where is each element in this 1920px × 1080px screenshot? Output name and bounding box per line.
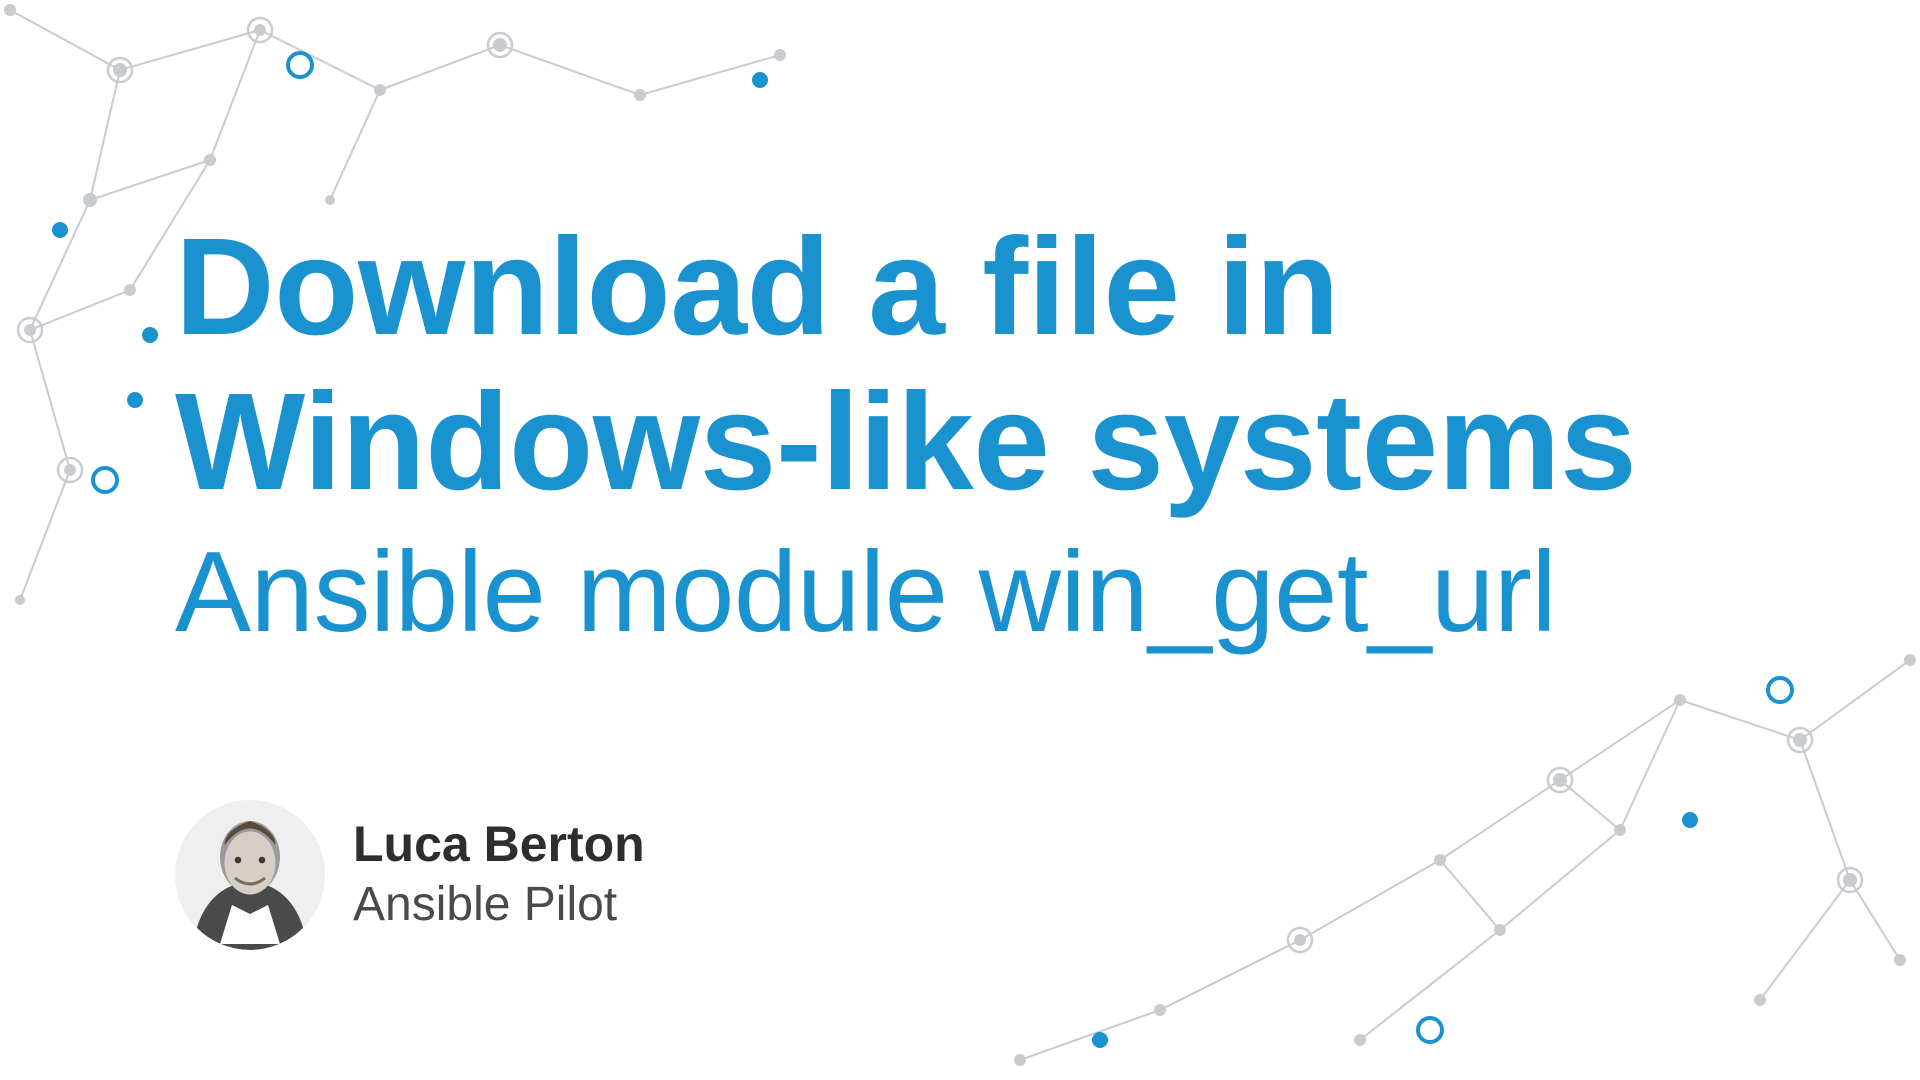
author-block: Luca Berton Ansible Pilot [175, 800, 645, 950]
title-line-1: Download a file in [175, 210, 1880, 365]
author-avatar [175, 800, 325, 950]
title-line-2: Windows-like systems [175, 365, 1880, 520]
author-role: Ansible Pilot [353, 876, 645, 934]
author-name: Luca Berton [353, 816, 645, 874]
slide-content: Download a file in Windows-like systems … [175, 210, 1880, 658]
subtitle: Ansible module win_get_url [175, 527, 1880, 658]
